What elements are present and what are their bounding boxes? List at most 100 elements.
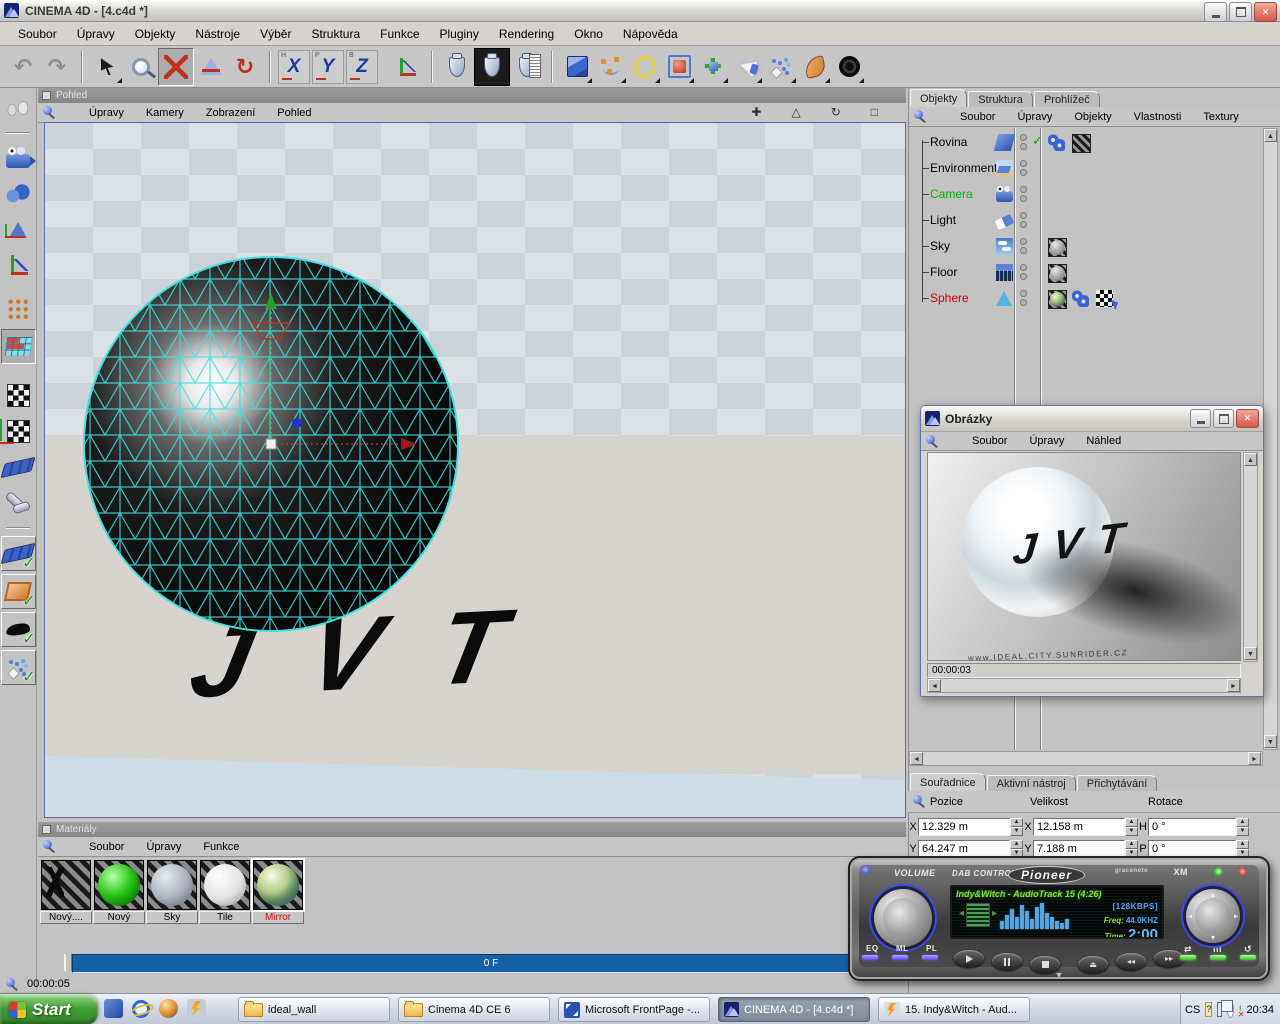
- add-sound-button[interactable]: [832, 49, 866, 85]
- move-view-icon[interactable]: ✚: [740, 105, 772, 119]
- nav-left-icon[interactable]: ◂: [1188, 912, 1192, 921]
- pin-icon[interactable]: [6, 977, 19, 992]
- object-label[interactable]: Environment: [930, 161, 994, 175]
- object-label[interactable]: Light: [930, 213, 994, 227]
- timeline-bar[interactable]: 0 F: [72, 954, 910, 973]
- messenger-offline-icon[interactable]: [1239, 1003, 1242, 1016]
- language-indicator[interactable]: CS: [1185, 1004, 1200, 1016]
- menu-pluginy[interactable]: Pluginy: [430, 27, 489, 41]
- object-axis-mode-tool[interactable]: [2, 213, 35, 246]
- scroll-up-icon[interactable]: ▲: [1264, 129, 1277, 142]
- material-thumbnail[interactable]: [41, 860, 91, 910]
- add-light-button[interactable]: [730, 49, 764, 85]
- app-shortcut-icon[interactable]: [104, 999, 123, 1018]
- viewport-menu-pohled[interactable]: Pohled: [266, 107, 322, 119]
- panel-release-icon[interactable]: ▼: [1055, 970, 1064, 980]
- model-mode-tool[interactable]: [2, 177, 35, 210]
- checker-arrow-tag-icon[interactable]: [1096, 290, 1113, 307]
- scale-tool-button[interactable]: [194, 49, 228, 85]
- object-label[interactable]: Floor: [930, 265, 994, 279]
- visibility-dots[interactable]: [1018, 237, 1028, 255]
- enable-check-icon[interactable]: [1032, 133, 1043, 149]
- objects-horizontal-scrollbar[interactable]: [909, 751, 1263, 766]
- material-thumbnail[interactable]: [253, 860, 303, 910]
- add-hypernurbs-button[interactable]: [662, 49, 696, 85]
- tab-aktivni-nastroj[interactable]: Aktivní nástroj: [987, 775, 1076, 792]
- objects-menu-soubor[interactable]: Soubor: [949, 111, 1006, 123]
- object-label[interactable]: Sphere: [930, 291, 994, 305]
- material-sky[interactable]: Sky: [146, 860, 198, 924]
- objects-menu-vlastnosti[interactable]: Vlastnosti: [1123, 111, 1193, 123]
- help-tray-icon[interactable]: ?: [1205, 1002, 1212, 1017]
- materials-menu-soubor[interactable]: Soubor: [78, 841, 135, 853]
- material-tile[interactable]: Tile: [199, 860, 251, 924]
- lock-y-button[interactable]: PY: [312, 50, 344, 84]
- task-frontpage[interactable]: Microsoft FrontPage -...: [558, 997, 710, 1022]
- axis-mode-tool[interactable]: [2, 249, 35, 282]
- menu-objekty[interactable]: Objekty: [125, 27, 186, 41]
- object-label[interactable]: Camera: [930, 187, 994, 201]
- gray-material-tag-icon[interactable]: [1048, 238, 1067, 257]
- visibility-dots[interactable]: [1018, 133, 1028, 151]
- materials-menu-upravy[interactable]: Úpravy: [135, 841, 192, 853]
- tab-objekty[interactable]: Objekty: [910, 89, 967, 107]
- winamp-icon[interactable]: [187, 999, 206, 1018]
- clock[interactable]: 20:34: [1246, 1004, 1274, 1016]
- add-deformer-button[interactable]: [798, 49, 832, 85]
- panel-grip-icon[interactable]: [42, 91, 51, 100]
- images-title-bar[interactable]: Obrázky ✕: [921, 406, 1263, 431]
- texture-axis-mode-tool[interactable]: [2, 415, 35, 448]
- render-view-button[interactable]: [440, 49, 474, 85]
- pause-button[interactable]: [992, 953, 1022, 970]
- bone-mode-tool[interactable]: [2, 487, 35, 520]
- play-button[interactable]: [954, 950, 984, 967]
- pin-icon[interactable]: [914, 109, 949, 124]
- object-label[interactable]: Sky: [930, 239, 994, 253]
- zoom-tool-button[interactable]: [124, 49, 158, 85]
- menu-struktura[interactable]: Struktura: [301, 27, 370, 41]
- scale-view-icon[interactable]: △: [780, 105, 811, 119]
- material-mirror[interactable]: Mirror: [252, 860, 304, 924]
- add-particles-button[interactable]: [764, 49, 798, 85]
- repeat-button[interactable]: [1240, 955, 1256, 960]
- pin-icon[interactable]: [43, 105, 78, 120]
- scroll-right-icon[interactable]: ►: [1227, 679, 1240, 692]
- tab-prichytavani[interactable]: Přichytávání: [1077, 775, 1158, 792]
- add-spline-button[interactable]: [594, 49, 628, 85]
- object-label[interactable]: Rovina: [930, 135, 994, 149]
- point-mode-tool[interactable]: [2, 293, 35, 326]
- volume-knob[interactable]: [874, 889, 932, 947]
- material-thumbnail[interactable]: [94, 860, 144, 910]
- uv-polygon-mode-tool[interactable]: [1, 329, 36, 364]
- objects-menu-textury[interactable]: Textury: [1192, 111, 1249, 123]
- animation-toggle[interactable]: [1, 536, 36, 571]
- title-bar[interactable]: CINEMA 4D - [4.c4d *] ✕: [0, 0, 1280, 22]
- object-row-light[interactable]: Light: [930, 208, 1013, 232]
- visibility-dots[interactable]: [1018, 211, 1028, 229]
- navigation-knob[interactable]: ▴ ▾ ◂ ▸: [1186, 889, 1240, 943]
- camera-mode-tool[interactable]: [2, 141, 35, 174]
- add-nurbs-button[interactable]: [628, 49, 662, 85]
- viewport-menu-upravy[interactable]: Úpravy: [78, 107, 135, 119]
- tab-prohlizec[interactable]: Prohlížeč: [1034, 91, 1100, 108]
- tab-souradnice[interactable]: Souřadnice: [910, 773, 986, 791]
- texture-tag-icon[interactable]: [1072, 134, 1091, 153]
- menu-upravy[interactable]: Úpravy: [67, 27, 125, 41]
- shuffle-button[interactable]: [1180, 955, 1196, 960]
- close-button[interactable]: ✕: [1254, 2, 1277, 22]
- rotate-tool-button[interactable]: ↻: [228, 49, 262, 85]
- eq-button[interactable]: [862, 955, 878, 960]
- undo-button[interactable]: ↶: [6, 49, 40, 85]
- lock-x-button[interactable]: HX: [278, 50, 310, 84]
- menu-vyber[interactable]: Výběr: [250, 27, 301, 41]
- minimize-button[interactable]: [1190, 409, 1211, 428]
- select-tool-button[interactable]: [90, 49, 124, 85]
- expression-toggle[interactable]: [1, 612, 36, 647]
- object-row-sphere[interactable]: Sphere: [930, 286, 1012, 310]
- panel-grip-icon[interactable]: [42, 825, 51, 834]
- task-ideal-wall[interactable]: ideal_wall: [238, 997, 390, 1022]
- object-row-environment[interactable]: Environment: [930, 156, 1013, 180]
- rot-h-input[interactable]: [1148, 818, 1236, 836]
- material-novy-dots[interactable]: Nový....: [40, 860, 92, 924]
- eject-button[interactable]: ⏏: [1078, 956, 1108, 973]
